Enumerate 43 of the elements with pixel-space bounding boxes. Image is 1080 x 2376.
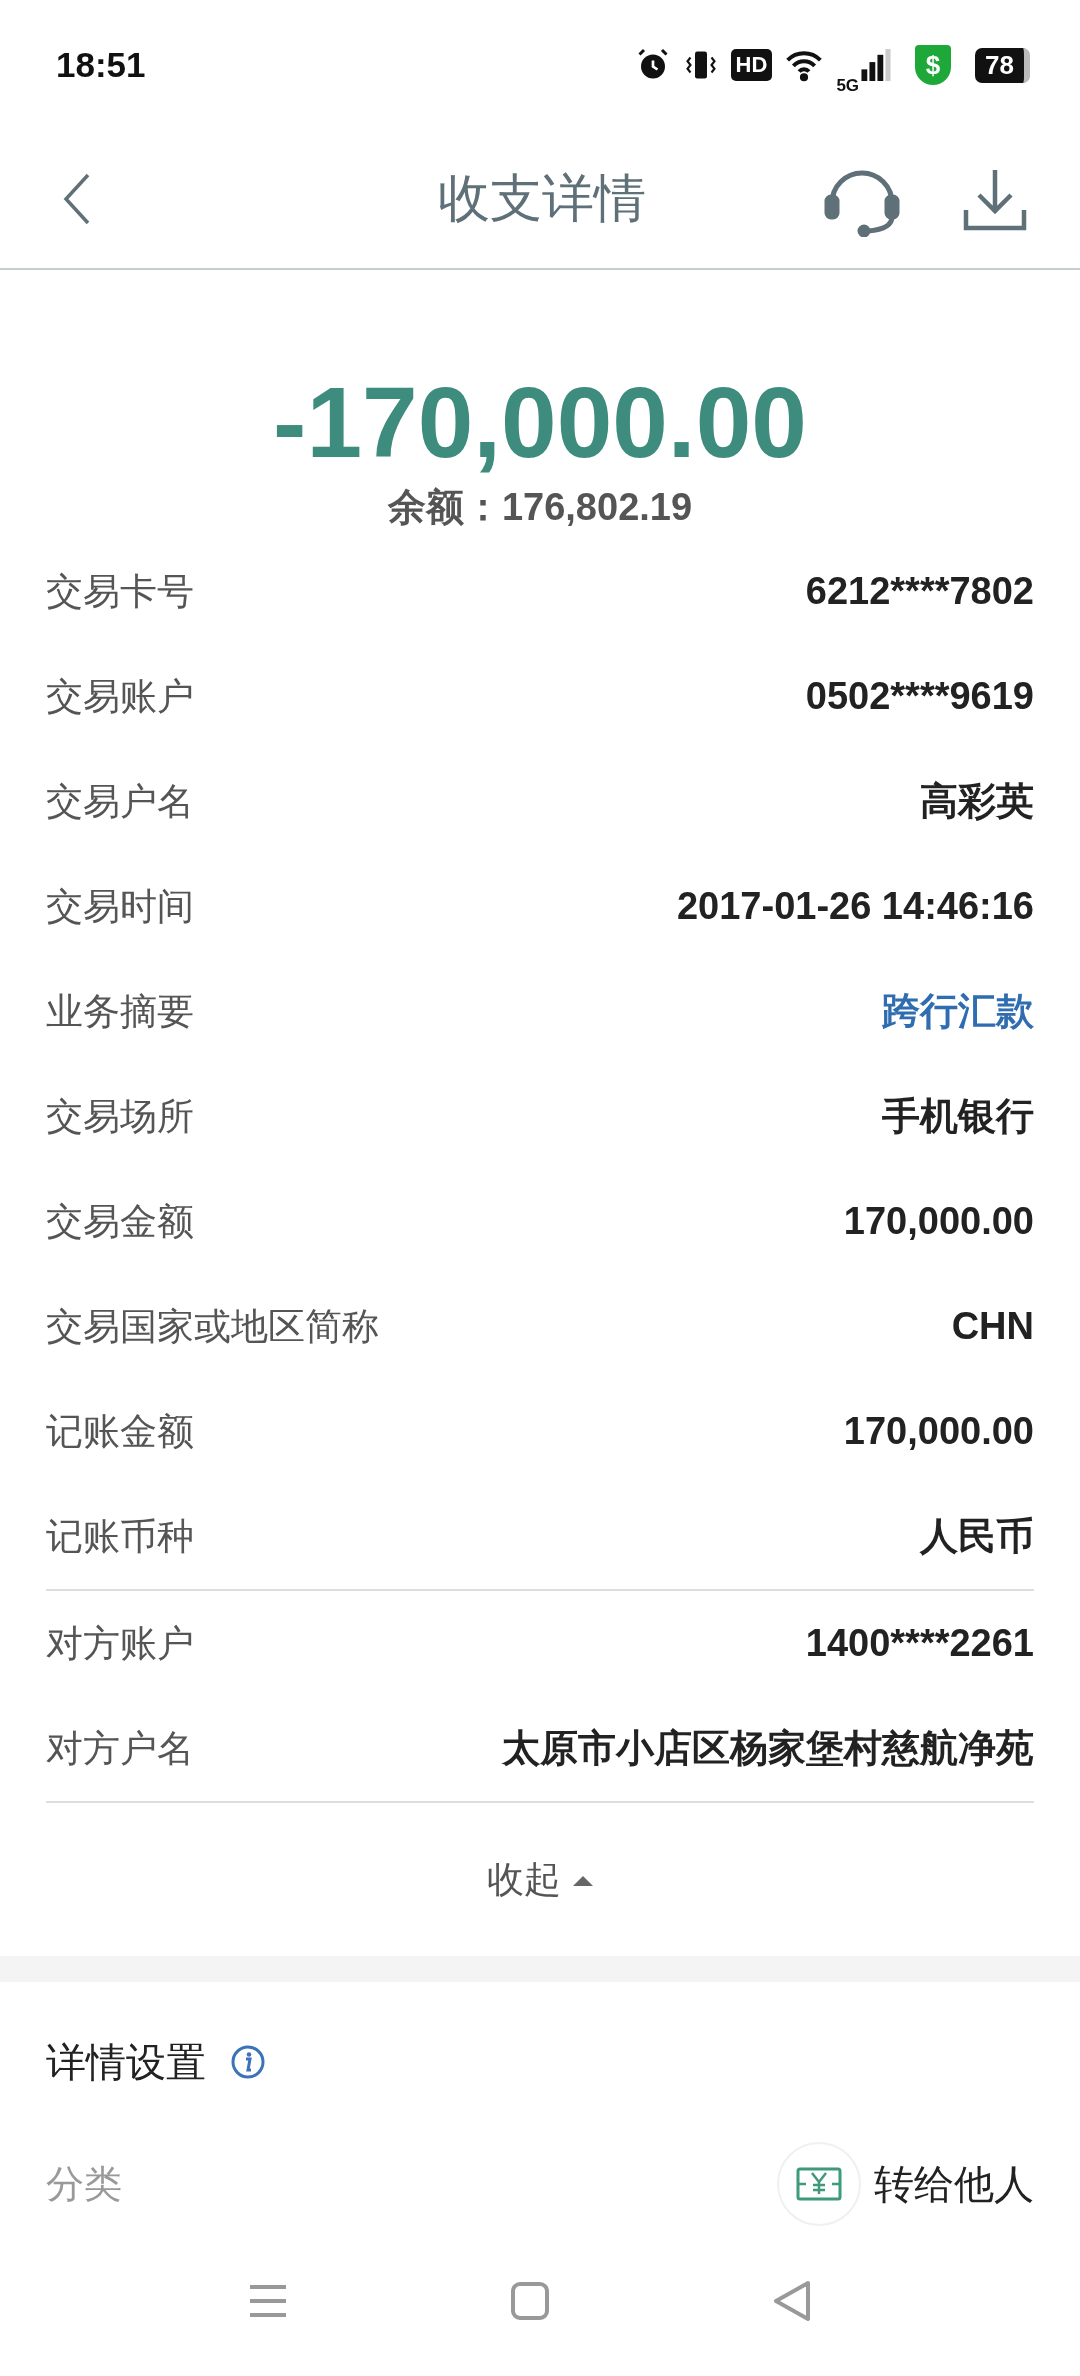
field-label: 交易金额 bbox=[46, 1198, 194, 1245]
balance-text: 余额：176,802.19 bbox=[387, 485, 693, 530]
back-nav-icon[interactable] bbox=[772, 2279, 812, 2323]
field-value: 6212****7802 bbox=[805, 570, 1034, 613]
section-title: 详情设置 bbox=[46, 2037, 206, 2087]
field-value: 0502****9619 bbox=[805, 675, 1034, 718]
field-label: 记账金额 bbox=[46, 1408, 194, 1455]
field-label: 交易账户 bbox=[46, 673, 194, 720]
field-value: 手机银行 bbox=[882, 1094, 1034, 1139]
field-value: 太原市小店区杨家堡村慈航净苑 bbox=[502, 1726, 1034, 1771]
field-label: 交易场所 bbox=[46, 1093, 194, 1140]
home-icon[interactable] bbox=[510, 2281, 550, 2321]
field-link[interactable]: 跨行汇款 bbox=[882, 986, 1034, 1037]
category-label: 分类 bbox=[46, 2160, 122, 2208]
field-value: CHN bbox=[951, 1305, 1034, 1348]
menu-icon[interactable] bbox=[248, 2283, 288, 2319]
field-label: 业务摘要 bbox=[46, 988, 194, 1035]
field-value: 2017-01-26 14:46:16 bbox=[676, 885, 1034, 928]
field-value: 1400****2261 bbox=[805, 1622, 1034, 1665]
field-label: 交易时间 bbox=[46, 883, 194, 930]
field-value: 人民币 bbox=[920, 1514, 1034, 1559]
signal-icon bbox=[861, 49, 892, 81]
field-label: 交易户名 bbox=[46, 778, 194, 825]
page-title: 收支详情 bbox=[437, 167, 647, 230]
field-label: 交易卡号 bbox=[46, 568, 194, 615]
transaction-amount: -170,000.00 bbox=[273, 366, 807, 478]
battery-indicator: 78 bbox=[975, 47, 1030, 83]
back-icon[interactable] bbox=[62, 171, 92, 227]
category-value[interactable]: 转给他人 bbox=[874, 2156, 1034, 2212]
hd-badge: HD bbox=[730, 49, 773, 81]
field-value: 170,000.00 bbox=[843, 1410, 1034, 1453]
network-label: 5G bbox=[836, 76, 860, 96]
shield-icon: $ bbox=[915, 45, 952, 85]
field-label: 对方账户 bbox=[46, 1620, 194, 1667]
currency-transfer-icon[interactable] bbox=[776, 2141, 862, 2227]
field-label: 交易国家或地区简称 bbox=[46, 1303, 379, 1350]
collapse-button[interactable]: 收起 bbox=[487, 1854, 593, 1905]
info-icon[interactable] bbox=[230, 2044, 266, 2080]
status-time: 18:51 bbox=[56, 45, 146, 85]
field-value: 170,000.00 bbox=[843, 1200, 1034, 1243]
field-label: 记账币种 bbox=[46, 1513, 194, 1560]
field-label: 对方户名 bbox=[46, 1725, 194, 1772]
field-value: 高彩英 bbox=[920, 779, 1034, 824]
